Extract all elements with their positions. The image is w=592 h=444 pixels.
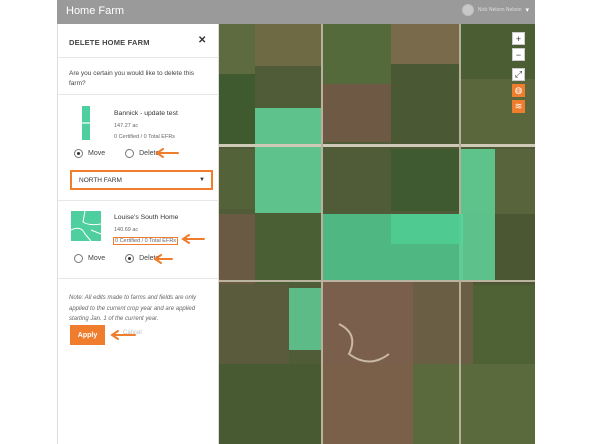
radio-move[interactable]: Move xyxy=(74,149,105,158)
divider xyxy=(58,94,220,95)
divider xyxy=(58,57,220,58)
fullscreen-icon[interactable]: ⤢ xyxy=(512,68,525,81)
farm-title: Home Farm xyxy=(66,5,125,17)
radio-circle[interactable] xyxy=(74,254,83,263)
farm-card-bannick: Bannick - update test 147.27 ac 0 Certif… xyxy=(69,106,214,146)
farm-efr-count: 0 Certified / 0 Total EFRs xyxy=(113,237,179,245)
crop-year-note: Note: All edits made to farms and fields… xyxy=(69,295,197,322)
user-name: Nick Nelson Nelson xyxy=(477,7,522,13)
user-menu[interactable]: Nick Nelson Nelson ▾ xyxy=(461,4,529,16)
map-controls: + − ⤢ ◍ ≋ xyxy=(512,32,525,113)
arrow-left-icon xyxy=(153,254,173,264)
radio-move[interactable]: Move xyxy=(74,254,105,263)
chevron-down-icon: ▼ xyxy=(199,177,205,183)
zoom-in-button[interactable]: + xyxy=(512,32,525,45)
dialog-title: DELETE HOME FARM xyxy=(69,38,150,47)
radio-label: Move xyxy=(88,150,106,157)
radio-circle[interactable] xyxy=(125,149,135,158)
arrow-left-icon xyxy=(155,148,179,158)
map-imagery xyxy=(219,24,535,444)
satellite-map[interactable]: + − ⤢ ◍ ≋ xyxy=(219,24,535,444)
move-target-select[interactable]: NORTH FARM ▼ xyxy=(70,170,213,190)
apply-button[interactable]: Apply xyxy=(70,325,105,345)
confirm-question: Are you certain you would like to delete… xyxy=(69,70,195,87)
close-icon[interactable]: ✕ xyxy=(198,35,206,46)
avatar xyxy=(461,4,474,16)
farm-name: Louise's South Home xyxy=(114,214,179,221)
top-bar: Home Farm Nick Nelson Nelson ▾ xyxy=(57,0,535,24)
farm-acres: 147.27 ac xyxy=(114,123,139,129)
arrow-left-icon xyxy=(181,234,205,244)
farm-thumbnail xyxy=(70,210,102,242)
globe-icon[interactable]: ◍ xyxy=(512,84,525,97)
divider xyxy=(58,278,220,279)
delete-farm-panel: DELETE HOME FARM ✕ Are you certain you w… xyxy=(57,24,220,444)
chevron-down-icon: ▾ xyxy=(525,7,529,14)
farm-efr-count: 0 Certified / 0 Total EFRs xyxy=(114,134,176,140)
farm-card-louise: Louise's South Home 140.69 ac 0 Certifie… xyxy=(69,210,214,250)
arrow-left-icon xyxy=(110,330,136,340)
farm-2-action-radios: Move Delete xyxy=(74,254,159,263)
farm-thumbnail xyxy=(82,106,90,140)
radio-circle-selected[interactable] xyxy=(125,254,135,263)
divider xyxy=(58,200,220,201)
selected-farm: NORTH FARM xyxy=(79,176,122,184)
zoom-out-button[interactable]: − xyxy=(512,48,525,61)
farm-name: Bannick - update test xyxy=(114,110,178,117)
farm-1-action-radios: Move Delete xyxy=(74,149,159,158)
radio-circle-selected[interactable] xyxy=(74,149,83,158)
farm-acres: 140.69 ac xyxy=(114,227,139,233)
layers-icon[interactable]: ≋ xyxy=(512,100,525,113)
radio-label: Move xyxy=(88,255,106,262)
